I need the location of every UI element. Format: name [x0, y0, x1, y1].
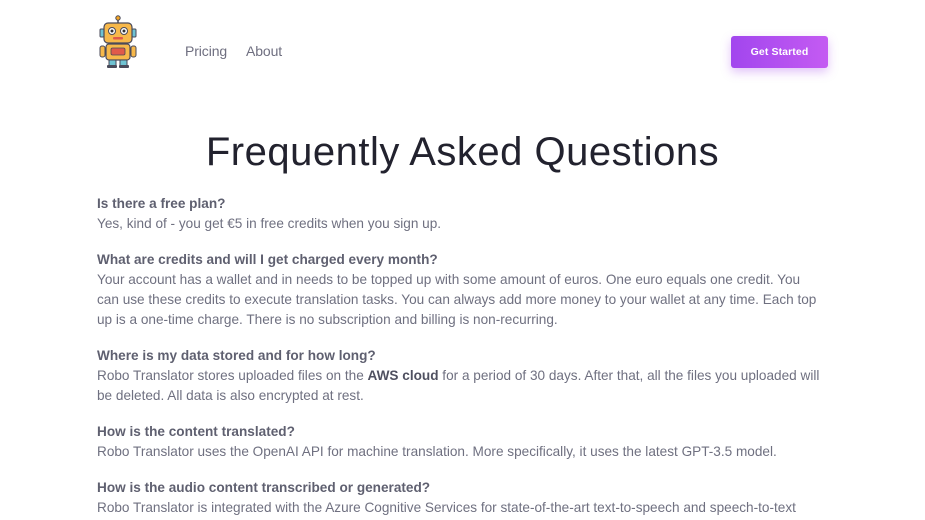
get-started-button[interactable]: Get Started — [731, 36, 828, 68]
faq-answer: Your account has a wallet and in needs t… — [97, 272, 817, 327]
faq-question: How is the content translated? — [97, 424, 295, 439]
faq-answer: Robo Translator stores uploaded files on… — [97, 366, 822, 406]
page: Pricing About Get Started Frequently Ask… — [0, 0, 925, 520]
faq-item: How is the content translated? Robo Tran… — [97, 422, 822, 462]
nav-link-pricing[interactable]: Pricing — [185, 43, 227, 59]
header: Pricing About Get Started — [0, 0, 925, 100]
page-title: Frequently Asked Questions — [205, 130, 720, 174]
faq-question: How is the audio content transcribed or … — [97, 480, 431, 495]
nav-link-about[interactable]: About — [246, 43, 282, 59]
faq-answer-bold: AWS cloud — [367, 368, 439, 383]
faq-answer: Yes, kind of - you get €5 in free credit… — [97, 216, 442, 231]
faq-item: Where is my data stored and for how long… — [97, 346, 822, 406]
faq-item: What are credits and will I get charged … — [97, 250, 822, 330]
faq-question: What are credits and will I get charged … — [97, 252, 438, 267]
faq-item: Is there a free plan? Yes, kind of - you… — [97, 194, 822, 234]
robot-logo-icon[interactable] — [97, 15, 139, 69]
faq-item: How is the audio content transcribed or … — [97, 478, 822, 518]
faq-list: Is there a free plan? Yes, kind of - you… — [97, 194, 822, 520]
faq-answer-text: Robo Translator stores uploaded files on… — [97, 368, 368, 383]
faq-question: Is there a free plan? — [97, 196, 226, 211]
faq-question: Where is my data stored and for how long… — [97, 348, 376, 363]
faq-answer: Robo Translator uses the OpenAI API for … — [97, 444, 777, 459]
faq-answer: Robo Translator is integrated with the A… — [97, 500, 796, 515]
